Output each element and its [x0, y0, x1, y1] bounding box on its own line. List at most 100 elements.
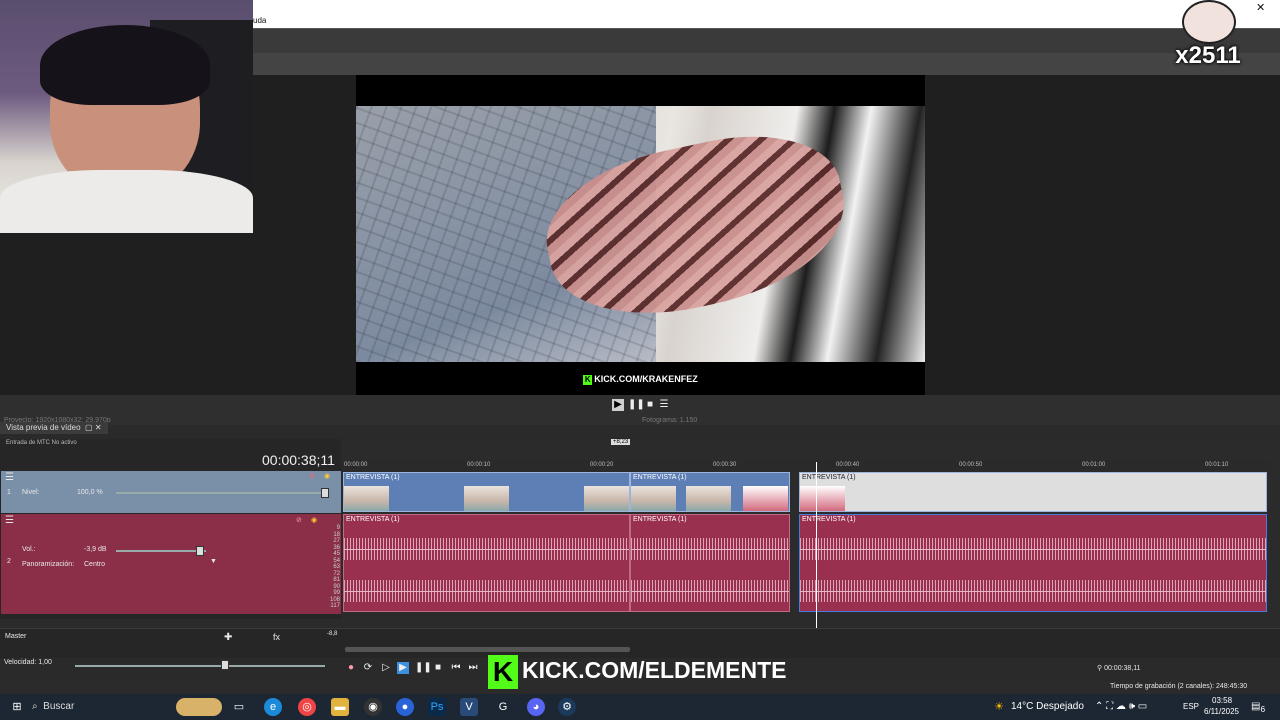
tab-video-preview[interactable]: Vista previa de vídeo ▢ ✕	[0, 422, 108, 434]
vol-slider[interactable]	[116, 550, 206, 552]
anime-avatar-icon	[1182, 0, 1236, 44]
audio-clip[interactable]: ENTREVISTA (1)	[630, 514, 790, 612]
tab-label: Vista previa de vídeo	[6, 423, 81, 432]
speed-label: Velocidad: 1,00	[4, 659, 52, 666]
clip-thumbnail	[743, 486, 788, 511]
video-frame-image	[356, 106, 925, 362]
menu-icon[interactable]: ☰	[658, 399, 670, 411]
stop-icon[interactable]: ■	[432, 662, 444, 674]
level-slider-handle[interactable]	[321, 488, 329, 498]
go-start-icon[interactable]: ⏮	[450, 662, 462, 674]
task-view-icon[interactable]: ▭	[230, 698, 248, 716]
video-clip[interactable]: ENTREVISTA (1)	[343, 472, 630, 512]
tab-close-icon[interactable]: ✕	[95, 423, 102, 432]
widgets-icon[interactable]	[176, 698, 222, 716]
audio-solo-icon[interactable]: ◉	[311, 516, 317, 524]
restore-icon[interactable]: ▢	[83, 423, 95, 432]
playhead-cursor[interactable]	[816, 462, 817, 642]
webcam-hair	[40, 25, 210, 105]
file-explorer-icon[interactable]: ▬	[331, 698, 349, 716]
vol-slider-handle[interactable]	[196, 546, 204, 556]
windows-start-icon[interactable]: ⊞	[8, 698, 26, 716]
photoshop-icon[interactable]: Ps	[428, 698, 446, 716]
play-icon[interactable]: ▶	[397, 662, 409, 674]
clock-time[interactable]: 03:58	[1212, 696, 1232, 705]
speed-slider[interactable]	[75, 665, 325, 667]
webcam-overlay	[0, 0, 253, 233]
kick-logo-icon: K	[488, 655, 518, 689]
timeline-ruler[interactable]: 00:00:00 00:00:10 00:00:20 00:00:30 00:0…	[341, 460, 1271, 472]
pan-dropdown-icon[interactable]: ▼	[210, 558, 217, 565]
clip-thumbnail	[464, 486, 509, 511]
pause-icon[interactable]: ❚❚	[628, 399, 645, 411]
level-slider[interactable]	[116, 492, 326, 494]
track-menu-icon[interactable]: ☰	[5, 472, 14, 483]
fx-icon[interactable]: fx	[273, 632, 280, 642]
speed-slider-handle[interactable]	[221, 660, 229, 670]
browser-icon[interactable]: ●	[396, 698, 414, 716]
ruler-tick: 00:01:00	[1082, 462, 1106, 468]
kick-overlay-text: KICK.COM/ELDEMENTE	[522, 657, 787, 684]
clock-date[interactable]: 6/11/2025	[1204, 707, 1239, 716]
audio-track-header[interactable]: ☰ 2 Vol.: -3,9 dB Panoramización: Centro…	[1, 514, 341, 614]
db-scale: 9 18 27 36 45 54 63 72 81 90 99 108 117	[326, 525, 340, 610]
vol-value: -3,9 dB	[84, 546, 107, 553]
kick-logo-icon: K	[583, 374, 593, 385]
close-icon[interactable]: ✕	[1256, 1, 1265, 14]
master-label: Master	[5, 633, 27, 640]
audio-clip[interactable]: ENTREVISTA (1)	[343, 514, 630, 612]
vegas-icon[interactable]: V	[460, 698, 478, 716]
pan-value: Centro	[84, 561, 106, 568]
obs-icon[interactable]: ◉	[364, 698, 382, 716]
video-track-header[interactable]: ☰ 1 Nivel: 100,0 % ⊘ ◉	[1, 471, 341, 513]
edge-icon[interactable]: e	[264, 698, 282, 716]
audio-clip[interactable]: ENTREVISTA (1)	[799, 514, 1267, 612]
notification-icon[interactable]: ▤6	[1251, 701, 1265, 714]
loop-icon[interactable]: ⟳	[362, 662, 374, 674]
discord-icon[interactable]: ◕	[527, 698, 545, 716]
add-track-icon[interactable]: ✚	[224, 632, 232, 643]
waveform-center	[344, 549, 629, 550]
clip-thumbnail	[686, 486, 731, 511]
clip-label: ENTREVISTA (1)	[802, 516, 856, 523]
solo-icon[interactable]: ◉	[324, 472, 330, 480]
audio-track-menu-icon[interactable]: ☰	[5, 515, 14, 526]
notification-count: 6	[1260, 704, 1266, 714]
steam-icon[interactable]: ⚙	[558, 698, 576, 716]
waveform-center	[631, 591, 789, 592]
clip-thumbnail	[800, 486, 845, 511]
stop-icon[interactable]: ■	[644, 399, 656, 411]
play-from-start-icon[interactable]: ▷	[380, 662, 392, 674]
chrome-icon[interactable]: ◎	[298, 698, 316, 716]
video-clip[interactable]: ENTREVISTA (1)	[799, 472, 1267, 512]
timeline-header	[0, 425, 1280, 439]
language-indicator[interactable]: ESP	[1183, 702, 1199, 711]
ruler-tick: 00:00:10	[467, 462, 491, 468]
mute-icon[interactable]: ⊘	[309, 472, 315, 480]
tray-icons[interactable]: ⌃ ⛶ ☁ 🕪 ▭	[1095, 701, 1147, 712]
audio-mute-icon[interactable]: ⊘	[296, 516, 302, 524]
taskbar-search[interactable]: ⌕ Buscar	[32, 694, 172, 720]
video-clip[interactable]: ENTREVISTA (1)	[630, 472, 790, 512]
waveform-center	[800, 549, 1266, 550]
timeline-hscrollbar[interactable]	[345, 647, 630, 652]
badge-label: x2511	[1175, 42, 1241, 69]
region-marker[interactable]: +8;23	[611, 439, 631, 445]
weather-text[interactable]: 14°C Despejado	[1011, 701, 1084, 712]
frame-info: Fotograma: 1.150	[642, 417, 698, 424]
record-icon[interactable]: ●	[345, 662, 357, 674]
ruler-tick: 00:00:30	[713, 462, 737, 468]
clip-label: ENTREVISTA (1)	[633, 516, 687, 523]
pause-icon[interactable]: ❚❚	[415, 662, 432, 674]
vol-label: Vol.:	[22, 546, 36, 553]
play-icon[interactable]: ▶	[612, 399, 624, 411]
level-value: 100,0 %	[77, 489, 103, 496]
weather-icon: ☀	[994, 701, 1004, 713]
app-icon[interactable]: G	[494, 698, 512, 716]
waveform-center	[800, 591, 1266, 592]
video-watermark: K KICK.COM/KRAKENFEZ	[356, 374, 925, 385]
kick-overlay: K KICK.COM/ELDEMENTE	[488, 655, 787, 693]
go-end-icon[interactable]: ⏭	[467, 662, 479, 674]
menu-fragment[interactable]: uda	[253, 16, 266, 25]
waveform-center	[344, 591, 629, 592]
